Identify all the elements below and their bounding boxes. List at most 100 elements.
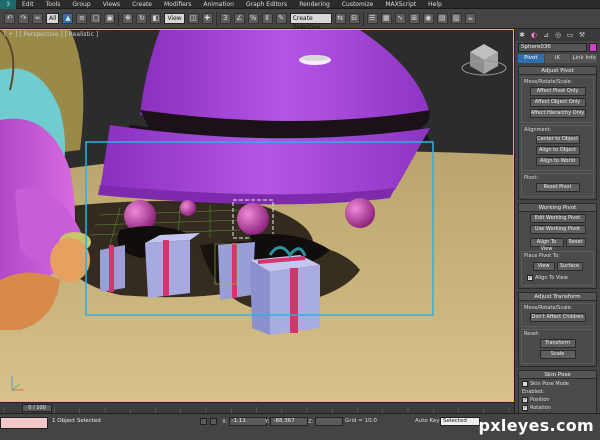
edit-working-pivot-button[interactable]: Edit Working Pivot xyxy=(529,214,586,223)
menu-modifiers[interactable]: Modifiers xyxy=(158,0,197,9)
move-icon[interactable]: ✥ xyxy=(122,13,134,24)
menu-edit[interactable]: Edit xyxy=(16,0,40,9)
group-label: Reset: xyxy=(524,331,540,337)
align-to-world-button[interactable]: Align to World xyxy=(535,157,580,166)
named-selection-set-dropdown[interactable]: Create Selection Set xyxy=(289,13,332,40)
align-icon[interactable]: ⊟ xyxy=(348,13,360,24)
rollout-title[interactable]: Working Pivot xyxy=(519,204,596,212)
display-icon[interactable]: ▭ xyxy=(565,30,575,40)
tab-link-info[interactable]: Link Info xyxy=(571,54,598,63)
gift-box xyxy=(100,245,125,292)
surface-button[interactable]: Surface xyxy=(556,262,583,271)
view-button[interactable]: View xyxy=(532,262,555,271)
affect-hierarchy-only-button[interactable]: Affect Hierarchy Only xyxy=(529,109,586,118)
transform-button[interactable]: Transform xyxy=(539,339,576,348)
create-icon[interactable]: ✱ xyxy=(517,30,527,40)
object-name-field[interactable]: Sphere036 xyxy=(518,43,587,52)
pivot-point-icon[interactable]: ◫ xyxy=(187,13,199,24)
menu-maxscript[interactable]: MAXScript xyxy=(379,0,422,9)
utilities-icon[interactable]: ⚒ xyxy=(577,30,587,40)
time-slider[interactable]: 0 / 100 xyxy=(0,402,514,413)
menu-graph-editors[interactable]: Graph Editors xyxy=(240,0,293,9)
graphite-ribbon-icon[interactable]: ▦ xyxy=(380,13,392,24)
tab-ik[interactable]: IK xyxy=(544,54,571,63)
auto-key-button[interactable]: Auto Key xyxy=(415,418,440,424)
y-field[interactable]: -88.367 xyxy=(270,417,309,426)
menu-create[interactable]: Create xyxy=(126,0,158,9)
link-icon[interactable]: ∞ xyxy=(32,13,43,24)
align-to-view-checkbox-row[interactable]: ✓ Align To View xyxy=(527,275,588,281)
scale-icon[interactable]: ◧ xyxy=(150,13,162,24)
dont-affect-children-button[interactable]: Don't Affect Children xyxy=(529,313,586,322)
checkbox-checked-icon[interactable]: ✓ xyxy=(522,405,528,411)
scale-button[interactable]: Scale xyxy=(539,350,576,359)
tab-pivot[interactable]: Pivot xyxy=(518,54,544,63)
select-manipulate-icon[interactable]: ✚ xyxy=(201,13,213,24)
motion-icon[interactable]: ◎ xyxy=(553,30,563,40)
menu-animation[interactable]: Animation xyxy=(197,0,240,9)
reset-button[interactable]: Reset xyxy=(565,238,586,247)
select-by-name-icon[interactable]: ≡ xyxy=(76,13,88,24)
center-to-object-button[interactable]: Center to Object xyxy=(535,135,580,144)
rollout-title[interactable]: Adjust Transform xyxy=(519,293,596,301)
group-label: Move/Rotate/Scale: xyxy=(524,79,573,85)
absolute-mode-icon[interactable] xyxy=(210,418,217,425)
redo-icon[interactable]: ↷ xyxy=(18,13,29,24)
window-crossing-icon[interactable]: ▣ xyxy=(104,13,116,24)
material-editor-icon[interactable]: ◉ xyxy=(422,13,434,24)
render-setup-icon[interactable]: ▤ xyxy=(436,13,448,24)
checkbox-label: Position xyxy=(530,397,550,403)
rectangle-selection-icon[interactable]: □ xyxy=(90,13,102,24)
align-to-view-button[interactable]: Align To View xyxy=(529,238,564,252)
x-field[interactable]: -1.11 xyxy=(228,417,267,426)
render-production-icon[interactable]: ☕ xyxy=(464,13,476,24)
skin-pose-mode-checkbox-row[interactable]: Skin Pose Mode xyxy=(522,381,593,387)
checkbox-checked-icon[interactable]: ✓ xyxy=(527,275,533,281)
key-filter-dropdown[interactable]: Selected xyxy=(440,417,480,426)
group-label: Alignment: xyxy=(524,127,552,133)
edit-named-selection-icon[interactable]: ✎ xyxy=(275,13,287,24)
time-slider-handle[interactable]: 0 / 100 xyxy=(22,404,52,412)
menu-tools[interactable]: Tools xyxy=(40,0,67,9)
group-pivot: Pivot: Reset Pivot xyxy=(521,173,594,197)
angle-snap-icon[interactable]: ∠ xyxy=(233,13,245,24)
affect-pivot-only-button[interactable]: Affect Pivot Only xyxy=(529,87,586,96)
object-color-swatch[interactable] xyxy=(589,43,597,52)
menu-group[interactable]: Group xyxy=(66,0,96,9)
affect-object-only-button[interactable]: Affect Object Only xyxy=(529,98,586,107)
checkbox-checked-icon[interactable]: ✓ xyxy=(522,397,528,403)
menu-customize[interactable]: Customize xyxy=(336,0,380,9)
undo-icon[interactable]: ↶ xyxy=(4,13,15,24)
mirror-icon[interactable]: ⇆ xyxy=(334,13,346,24)
rendered-frame-window-icon[interactable]: ▥ xyxy=(450,13,462,24)
perspective-viewport[interactable]: [ + ] [ Perspective ] [ Realistic ] xyxy=(0,29,514,402)
viewport-label[interactable]: [ + ] [ Perspective ] [ Realistic ] xyxy=(4,31,98,38)
selection-filter-dropdown[interactable]: All xyxy=(46,13,60,24)
reset-pivot-button[interactable]: Reset Pivot xyxy=(535,183,580,192)
rollout-title[interactable]: Skin Pose xyxy=(519,371,596,379)
snap-toggle-icon[interactable]: 3 xyxy=(219,13,231,24)
rollout-title[interactable]: Adjust Pivot xyxy=(519,67,596,75)
percent-snap-icon[interactable]: % xyxy=(247,13,259,24)
rotate-icon[interactable]: ↻ xyxy=(136,13,148,24)
app-logo[interactable]: 3 xyxy=(0,0,16,9)
rotation-checkbox-row[interactable]: ✓ Rotation xyxy=(522,405,593,411)
menu-rendering[interactable]: Rendering xyxy=(293,0,336,9)
layer-manager-icon[interactable]: ☰ xyxy=(366,13,378,24)
select-object-icon[interactable]: ▲ xyxy=(62,13,74,24)
checkbox-unchecked-icon[interactable] xyxy=(522,381,528,387)
modify-icon[interactable]: ◐ xyxy=(529,30,539,40)
spinner-snap-icon[interactable]: ⇕ xyxy=(261,13,273,24)
reference-coordinate-dropdown[interactable]: View xyxy=(164,13,185,24)
align-to-object-button[interactable]: Align to Object xyxy=(535,146,580,155)
menu-views[interactable]: Views xyxy=(97,0,126,9)
lock-selection-icon[interactable] xyxy=(200,418,207,425)
hierarchy-icon[interactable]: ⊿ xyxy=(541,30,551,40)
z-field[interactable] xyxy=(314,417,343,426)
position-checkbox-row[interactable]: ✓ Position xyxy=(522,397,593,403)
curve-editor-icon[interactable]: ∿ xyxy=(394,13,406,24)
menu-help[interactable]: Help xyxy=(422,0,448,9)
use-working-pivot-button[interactable]: Use Working Pivot xyxy=(529,225,586,234)
schematic-view-icon[interactable]: ⊞ xyxy=(408,13,420,24)
maxscript-listener-mini[interactable] xyxy=(0,417,48,429)
